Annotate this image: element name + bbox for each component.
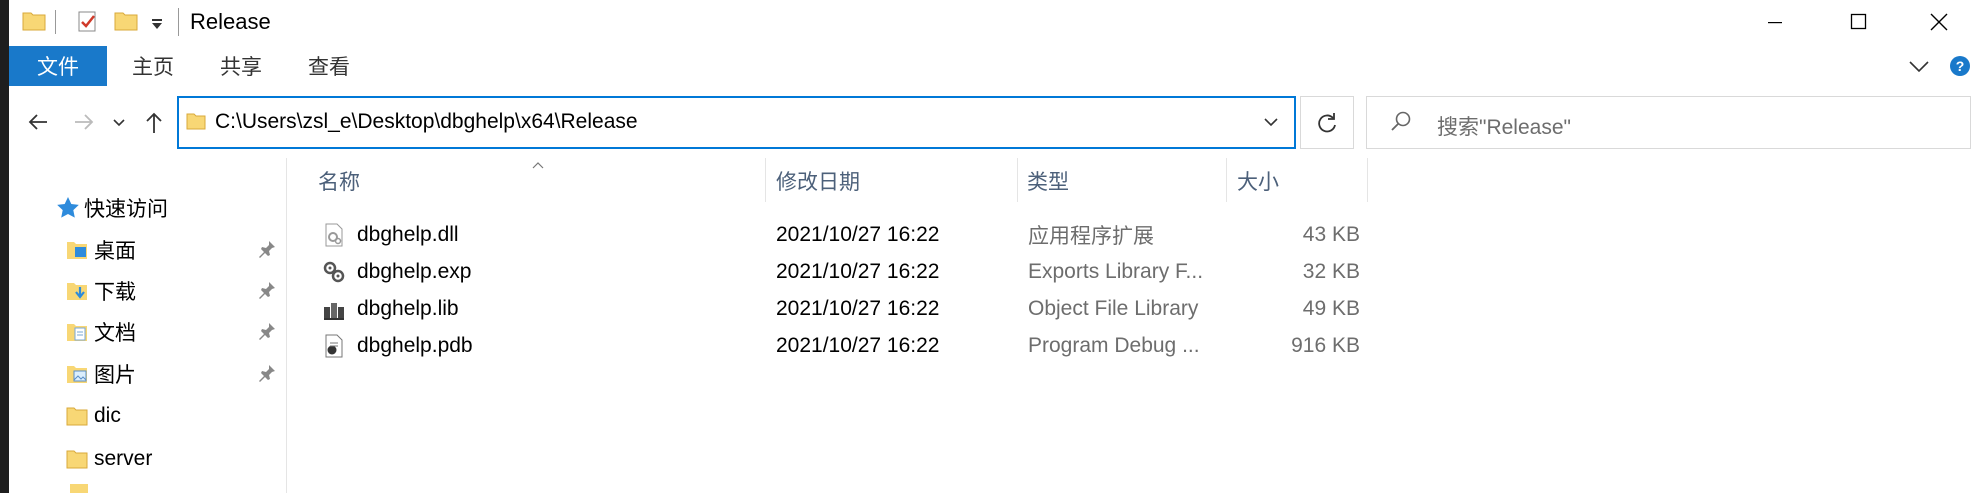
desktop-folder-icon [66,239,88,261]
column-header-modified[interactable]: 修改日期 [776,162,860,200]
search-placeholder: 搜索"Release" [1437,116,1571,139]
file-type: Program Debug ... [1028,333,1200,357]
qat-dropdown-icon[interactable] [150,17,164,29]
up-arrow-icon [146,112,162,133]
minimize-button[interactable] [1746,0,1804,44]
refresh-icon [1318,112,1336,132]
close-icon [1930,13,1948,31]
tab-home[interactable]: 主页 [120,46,186,86]
documents-folder-icon [66,321,88,343]
minimize-icon [1768,22,1782,24]
address-path[interactable]: C:\Users\zsl_e\Desktop\dbghelp\x64\Relea… [215,110,638,134]
folder-icon [66,448,88,470]
folder-icon [186,111,206,131]
nav-item-documents[interactable]: 文档 [66,313,136,351]
nav-item-desktop[interactable]: 桌面 [66,231,136,269]
maximize-icon [1850,13,1867,30]
back-arrow-icon [28,114,47,130]
file-type: 应用程序扩展 [1028,224,1154,248]
recent-locations-button[interactable] [112,116,126,128]
search-icon [1390,110,1412,132]
help-icon[interactable]: ? [1949,55,1971,77]
nav-item-downloads[interactable]: 下载 [66,272,136,310]
svg-text:?: ? [1956,58,1965,74]
exp-file-icon [322,260,346,284]
quick-access-label[interactable]: 快速访问 [84,193,168,223]
lib-file-icon [322,297,346,321]
nav-item-label: 桌面 [94,240,136,263]
column-header-type[interactable]: 类型 [1027,162,1069,200]
nav-item-label: 文档 [94,322,136,345]
folder-icon [70,484,88,493]
tab-share[interactable]: 共享 [208,46,274,86]
file-name: dbghelp.pdb [357,333,473,357]
file-modified: 2021/10/27 16:22 [776,296,940,320]
close-button[interactable] [1910,0,1968,44]
qat-divider [55,10,56,34]
refresh-button[interactable] [1300,96,1354,149]
pin-icon[interactable] [258,322,276,345]
column-header-size[interactable]: 大小 [1237,162,1279,200]
window-title: Release [190,9,271,34]
nav-item-server[interactable]: server [66,440,152,478]
folder-icon [66,405,88,427]
tab-file[interactable]: 文件 [9,46,107,86]
sort-ascending-icon [532,156,544,169]
file-modified: 2021/10/27 16:22 [776,333,940,357]
pin-icon[interactable] [258,364,276,387]
file-size: 49 KB [1302,296,1360,320]
pin-icon[interactable] [258,240,276,263]
file-type: Object File Library [1028,296,1199,320]
pictures-folder-icon [66,363,88,385]
downloads-folder-icon [66,280,88,302]
file-row[interactable]: dbghelp.lib 2021/10/27 16:22 Object File… [310,290,1360,327]
column-header-name[interactable]: 名称 [318,162,360,200]
nav-item-dic[interactable]: dic [66,397,121,435]
file-modified: 2021/10/27 16:22 [776,259,940,283]
file-row[interactable]: dbghelp.dll 2021/10/27 16:22 应用程序扩展 43 K… [310,216,1360,253]
tab-view[interactable]: 查看 [296,46,362,86]
title-divider [178,8,179,36]
dll-file-icon [322,223,346,247]
column-divider[interactable] [1226,158,1227,202]
nav-item-label: 图片 [94,364,136,387]
file-size: 916 KB [1291,333,1360,357]
nav-item-pictures[interactable]: 图片 [66,355,136,393]
properties-icon[interactable] [76,8,100,34]
chevron-down-icon [113,119,125,127]
address-dropdown-button[interactable] [1262,115,1280,129]
nav-item-label: 下载 [94,281,136,304]
nav-item-label: server [94,447,153,470]
maximize-button[interactable] [1830,0,1888,44]
column-divider[interactable] [1367,158,1368,202]
column-divider[interactable] [1017,158,1018,202]
column-divider[interactable] [765,158,766,202]
file-row[interactable]: dbghelp.pdb 2021/10/27 16:22 Program Deb… [310,327,1360,364]
new-folder-icon[interactable] [114,10,138,32]
expand-ribbon-icon[interactable] [1908,58,1930,74]
background-window-edge [0,0,9,493]
forward-button[interactable] [72,110,96,134]
folder-icon [22,10,46,32]
file-name: dbghelp.exp [357,259,472,283]
file-row[interactable]: dbghelp.exp 2021/10/27 16:22 Exports Lib… [310,253,1360,290]
file-type: Exports Library F... [1028,259,1204,283]
file-size: 32 KB [1302,259,1360,283]
chevron-down-icon [1264,118,1278,127]
forward-arrow-icon [75,114,94,130]
file-name: dbghelp.lib [357,296,459,320]
up-button[interactable] [142,109,166,135]
pin-icon[interactable] [258,281,276,304]
nav-item-label: dic [94,404,121,427]
file-modified: 2021/10/27 16:22 [776,222,940,246]
back-button[interactable] [26,110,50,134]
file-size: 43 KB [1302,222,1360,246]
title-bar [9,0,1981,44]
pdb-file-icon [322,334,346,358]
file-name: dbghelp.dll [357,222,459,246]
quick-access-star-icon [55,195,81,221]
